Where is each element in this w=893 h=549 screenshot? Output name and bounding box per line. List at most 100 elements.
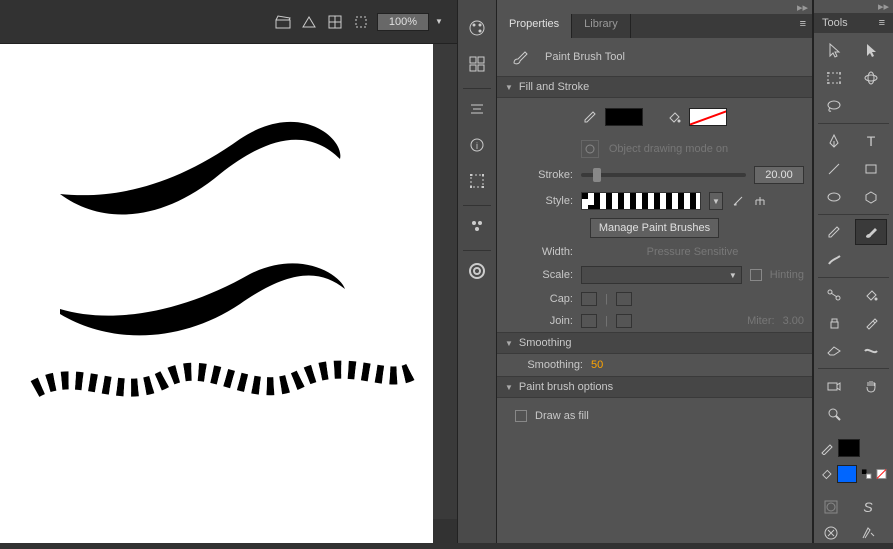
paint-bucket-tool[interactable] (855, 282, 887, 308)
stroke-value-input[interactable] (754, 166, 804, 184)
panel-collapse-icon[interactable]: ▸▸ (497, 0, 812, 14)
canvas-area: 100% ▼ (0, 0, 457, 543)
hand-tool[interactable] (855, 373, 887, 399)
brush-size-option[interactable]: S (855, 495, 881, 519)
section-brush-options[interactable]: ▼ Paint brush options (497, 376, 812, 398)
edit-style-icon[interactable] (731, 194, 745, 208)
fit-screen-icon[interactable] (325, 12, 345, 32)
tab-library[interactable]: Library (572, 14, 631, 38)
paint-brush-tool[interactable] (855, 219, 887, 245)
empty-slot (855, 93, 887, 119)
color-palette-icon[interactable] (461, 12, 493, 44)
properties-panel: ▸▸ Properties Library ≡ Paint Brush Tool… (497, 0, 813, 543)
brush-shape-option[interactable] (855, 521, 881, 545)
clip-icon[interactable] (351, 12, 371, 32)
swap-colors-icon[interactable] (861, 468, 872, 480)
free-transform-tool[interactable] (818, 65, 850, 91)
draw-as-fill-checkbox[interactable] (515, 410, 527, 422)
cap-option (581, 292, 597, 306)
3d-rotation-tool[interactable] (855, 65, 887, 91)
miter-value: 3.00 (783, 315, 804, 327)
brush-mode-option[interactable] (818, 521, 844, 545)
components-icon[interactable] (461, 210, 493, 242)
stroke-color-icon (820, 441, 834, 455)
width-value: Pressure Sensitive (581, 246, 804, 258)
style-dropdown-icon[interactable]: ▼ (709, 192, 723, 210)
camera-tool[interactable] (818, 373, 850, 399)
zoom-input[interactable]: 100% (377, 13, 429, 31)
svg-text:T: T (866, 134, 875, 148)
align-icon[interactable] (461, 93, 493, 125)
info-icon[interactable]: i (461, 129, 493, 161)
manage-brushes-button[interactable]: Manage Paint Brushes (590, 218, 719, 238)
ink-bottle-tool[interactable] (818, 310, 850, 336)
empty-slot-3 (855, 401, 887, 427)
stroke-slider[interactable] (581, 173, 746, 177)
clapperboard-icon[interactable] (273, 12, 293, 32)
fill-color-swatch[interactable] (605, 108, 643, 126)
pencil-tool[interactable] (818, 219, 850, 245)
panel-tabs: Properties Library ≡ (497, 14, 812, 38)
cc-libraries-icon[interactable] (461, 255, 493, 287)
miter-label: Miter: (747, 315, 775, 327)
transform-icon[interactable] (461, 165, 493, 197)
width-tool[interactable] (855, 338, 887, 364)
export-icon[interactable] (299, 12, 319, 32)
paint-bucket-icon[interactable] (667, 110, 681, 124)
stroke-color-swatch[interactable] (689, 108, 727, 126)
panel-dock: i (457, 0, 497, 543)
width-label: Width: (505, 246, 573, 258)
rectangle-tool[interactable] (855, 156, 887, 182)
vertical-scrollbar[interactable] (433, 44, 457, 519)
pen-tool[interactable] (818, 128, 850, 154)
eyedropper-tool[interactable] (855, 310, 887, 336)
tools-menu-icon[interactable]: ≡ (879, 17, 885, 29)
polystar-tool[interactable] (855, 184, 887, 210)
style-preview[interactable] (581, 192, 701, 210)
zoom-dropdown-icon[interactable]: ▼ (435, 17, 447, 26)
style-label: Style: (505, 195, 573, 207)
zoom-tool[interactable] (818, 401, 850, 427)
tools-collapse-icon[interactable]: ▸▸ (814, 0, 893, 13)
stroke-label: Stroke: (505, 169, 573, 181)
smoothing-value[interactable]: 50 (591, 359, 603, 371)
line-tool[interactable] (818, 156, 850, 182)
stage-canvas[interactable] (0, 44, 433, 543)
scale-label: Scale: (505, 269, 573, 281)
disclosure-triangle-icon: ▼ (505, 83, 513, 92)
join-option (581, 314, 597, 328)
selection-tool[interactable] (818, 37, 850, 63)
hinting-checkbox[interactable] (750, 269, 762, 281)
panel-menu-icon[interactable]: ≡ (794, 14, 812, 38)
subselection-tool[interactable] (855, 37, 887, 63)
paint-brush-icon (511, 48, 529, 66)
section-fill-stroke[interactable]: ▼ Fill and Stroke (497, 76, 812, 98)
disclosure-triangle-icon: ▼ (505, 339, 513, 348)
stroke-color-picker[interactable] (838, 439, 860, 457)
brush-tool[interactable] (818, 247, 850, 273)
lasso-tool[interactable] (818, 93, 850, 119)
tool-title-row: Paint Brush Tool (497, 38, 812, 76)
pencil-icon[interactable] (583, 110, 597, 124)
cap-option-2 (616, 292, 632, 306)
svg-text:i: i (476, 141, 478, 151)
scale-dropdown[interactable]: ▼ (581, 266, 742, 284)
object-drawing-option[interactable] (818, 495, 844, 519)
swatches-icon[interactable] (461, 48, 493, 80)
tools-grid: T (814, 33, 893, 431)
tools-title-label: Tools (822, 17, 848, 29)
oval-tool[interactable] (818, 184, 850, 210)
bone-tool[interactable] (818, 282, 850, 308)
disclosure-triangle-icon: ▼ (505, 383, 513, 392)
tab-properties[interactable]: Properties (497, 14, 572, 38)
no-color-icon[interactable] (876, 468, 887, 480)
object-drawing-label: Object drawing mode on (609, 143, 728, 155)
svg-text:S: S (863, 499, 873, 515)
object-drawing-toggle[interactable] (581, 140, 599, 158)
brush-options-icon[interactable] (753, 194, 767, 208)
hinting-label: Hinting (770, 269, 804, 281)
text-tool[interactable]: T (855, 128, 887, 154)
fill-color-picker[interactable] (837, 465, 857, 483)
eraser-tool[interactable] (818, 338, 850, 364)
section-smoothing[interactable]: ▼ Smoothing (497, 332, 812, 354)
